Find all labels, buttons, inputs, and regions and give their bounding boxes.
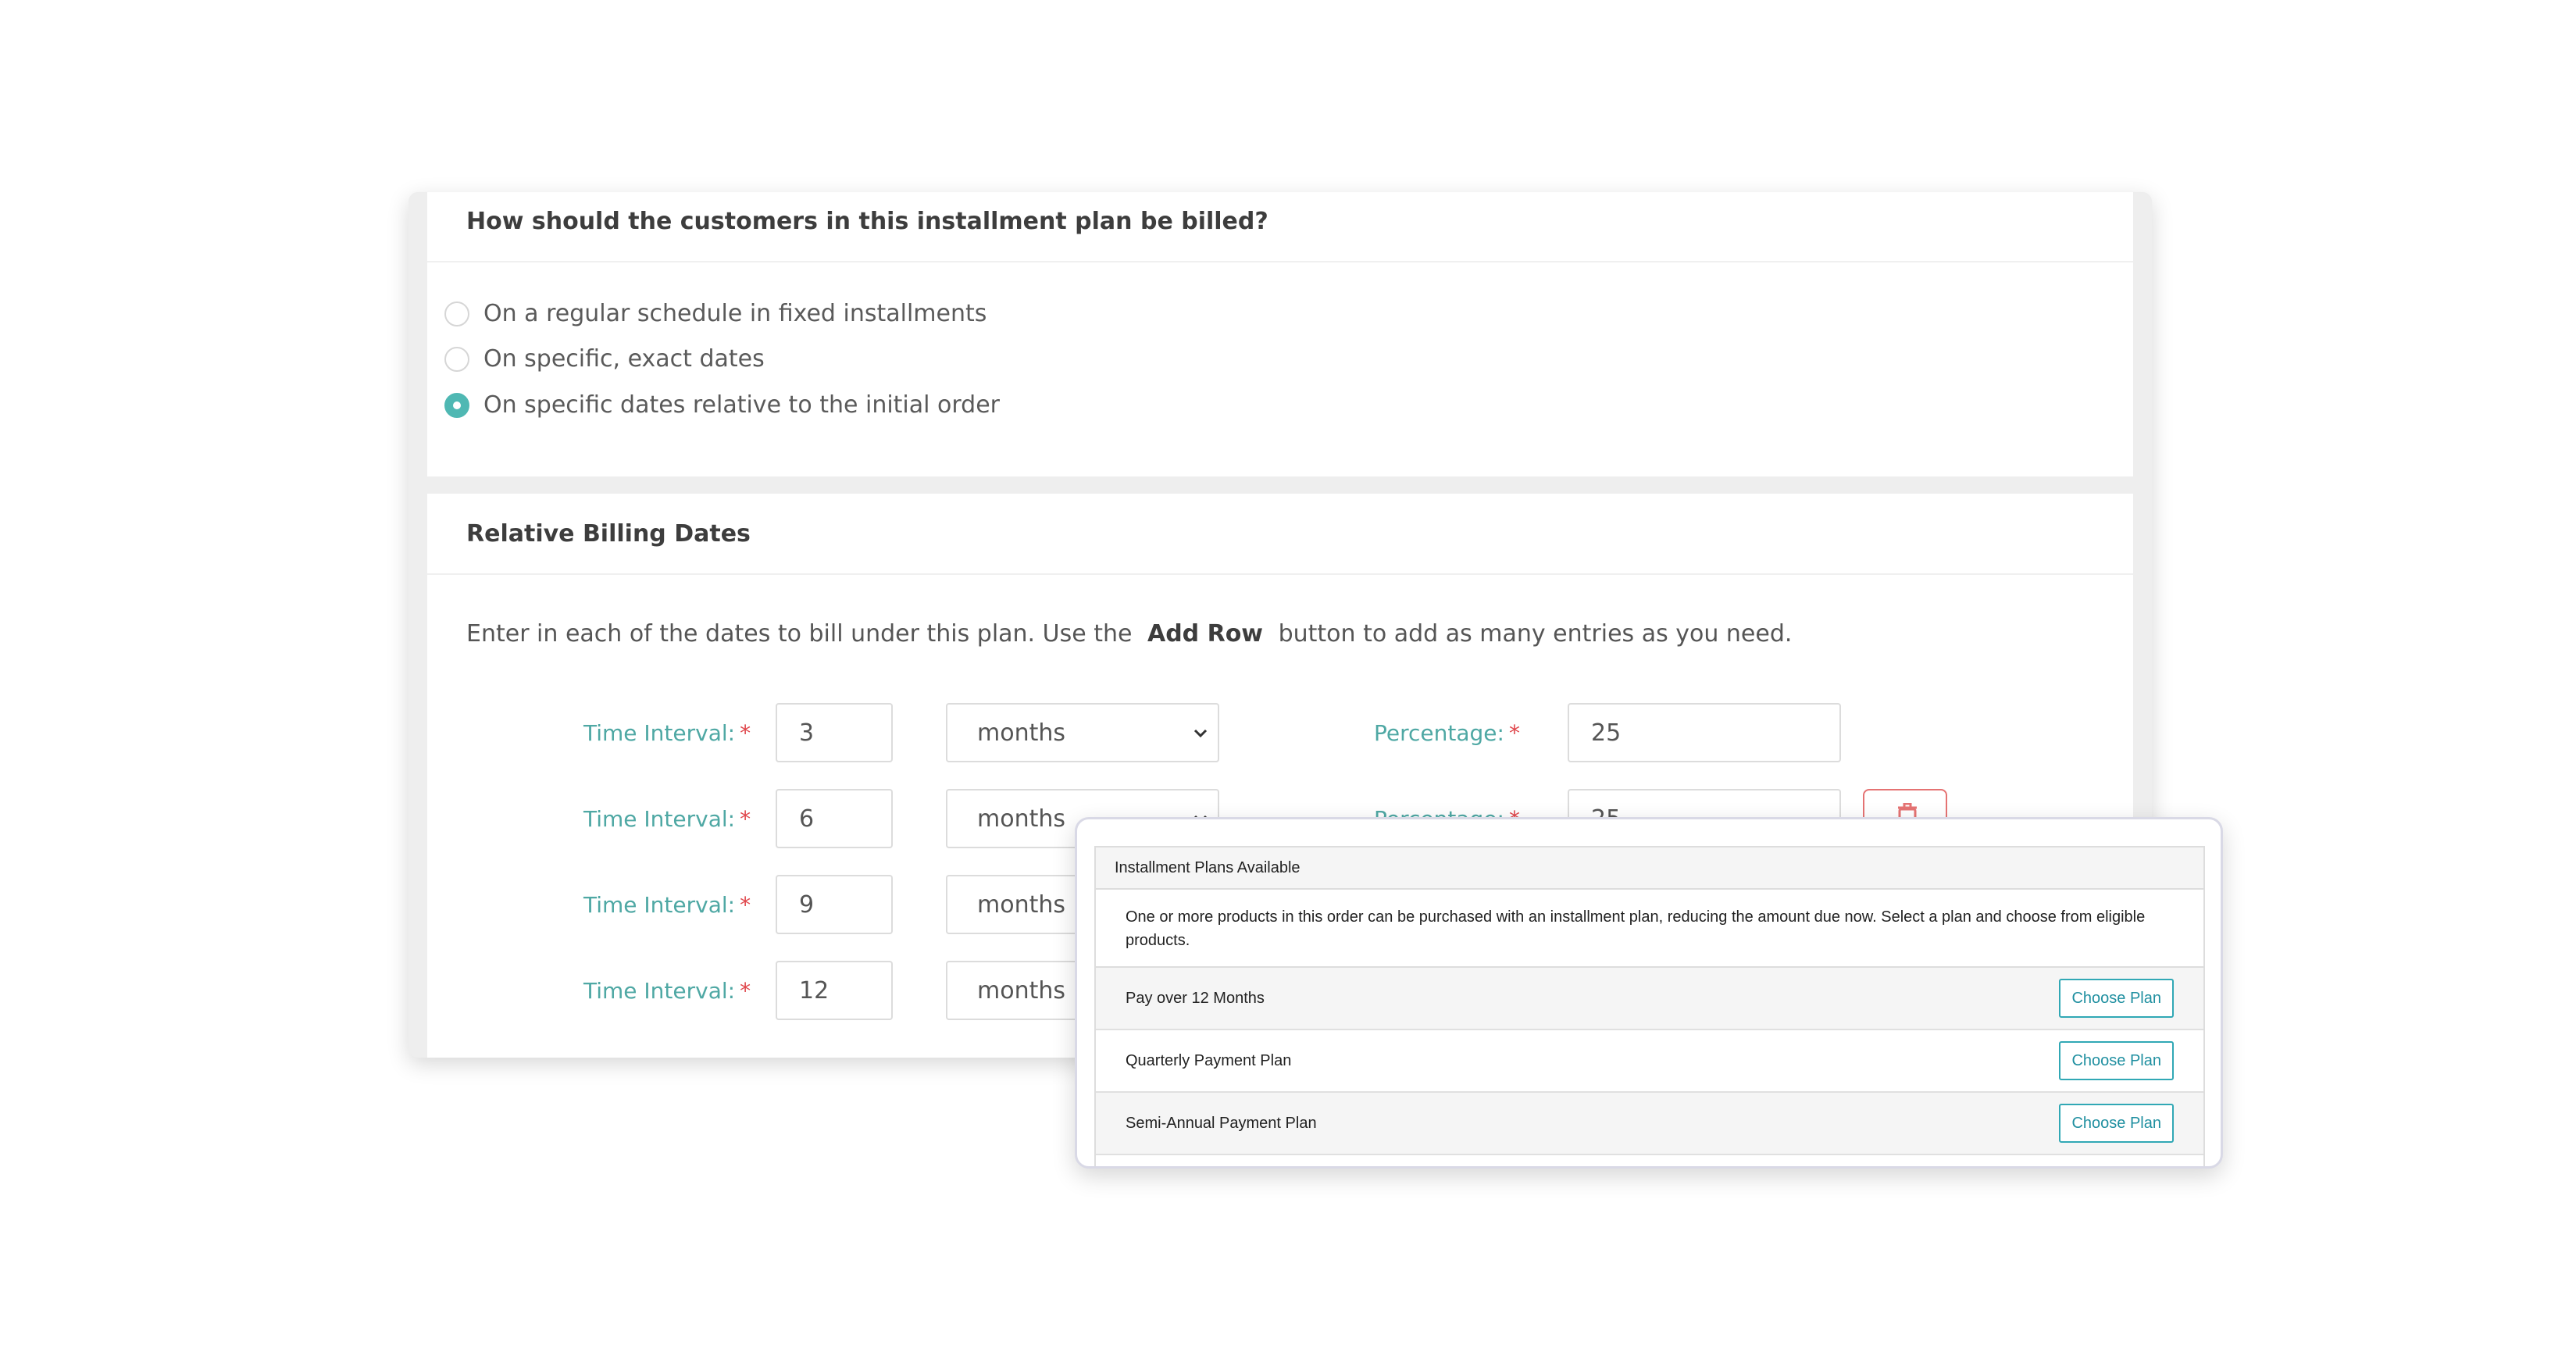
plan-row: Semi-Annual Payment Plan Choose Plan bbox=[1096, 1093, 2203, 1155]
option-regular-schedule[interactable]: On a regular schedule in fixed installme… bbox=[444, 300, 987, 327]
percentage-input[interactable]: 25 bbox=[1568, 703, 1841, 762]
radio-button-selected[interactable] bbox=[444, 392, 469, 418]
unit-select[interactable]: months bbox=[946, 703, 1219, 762]
relative-billing-title: Relative Billing Dates bbox=[427, 494, 2133, 575]
panel-heading: Installment Plans Available bbox=[1096, 848, 2203, 890]
instruction-part: button to add as many entries as you nee… bbox=[1278, 620, 1793, 648]
radio-button[interactable] bbox=[444, 301, 469, 327]
add-row-mention: Add Row bbox=[1147, 620, 1264, 648]
unit-value: months bbox=[977, 890, 1065, 919]
panel-description: One or more products in this order can b… bbox=[1096, 890, 2203, 968]
time-interval-label: Time Interval: * bbox=[583, 892, 751, 918]
plan-name: Pay over 12 Months bbox=[1126, 989, 1265, 1007]
instruction-part: Enter in each of the dates to bill under… bbox=[466, 620, 1133, 648]
radio-button[interactable] bbox=[444, 346, 469, 372]
plan-row: Quarterly Payment Plan Choose Plan bbox=[1096, 1030, 2203, 1093]
time-interval-label: Time Interval: * bbox=[583, 978, 751, 1004]
plan-row: Pay over 12 Months Choose Plan bbox=[1096, 968, 2203, 1030]
plan-name: Quarterly Payment Plan bbox=[1126, 1051, 1292, 1069]
option-label: On a regular schedule in fixed installme… bbox=[483, 300, 987, 327]
interval-input[interactable]: 6 bbox=[776, 789, 893, 848]
choose-plan-button[interactable]: Choose Plan bbox=[2059, 979, 2174, 1018]
plan-name: Semi-Annual Payment Plan bbox=[1126, 1114, 1317, 1132]
time-interval-label: Time Interval: * bbox=[583, 720, 751, 746]
interval-row: Time Interval: * 3 months Percentage: * 25 bbox=[427, 703, 2133, 764]
interval-input[interactable]: 3 bbox=[776, 703, 893, 762]
instruction-text: Enter in each of the dates to bill under… bbox=[466, 620, 1792, 648]
installment-plans-panel: Installment Plans Available One or more … bbox=[1094, 846, 2205, 1166]
billing-question: How should the customers in this install… bbox=[427, 192, 2133, 262]
option-exact-dates[interactable]: On specific, exact dates bbox=[444, 345, 765, 373]
unit-value: months bbox=[977, 805, 1065, 833]
billing-method-card: How should the customers in this install… bbox=[427, 192, 2133, 476]
unit-value: months bbox=[977, 976, 1065, 1005]
choose-plan-button[interactable]: Choose Plan bbox=[2059, 1041, 2174, 1080]
percentage-label: Percentage:* bbox=[1374, 720, 1520, 746]
time-interval-label: Time Interval: * bbox=[583, 806, 751, 832]
interval-input[interactable]: 12 bbox=[776, 961, 893, 1020]
option-label: On specific dates relative to the initia… bbox=[483, 391, 1001, 419]
unit-value: months bbox=[977, 719, 1065, 747]
installment-plans-popup: Installment Plans Available One or more … bbox=[1075, 817, 2223, 1169]
chevron-down-icon bbox=[1193, 729, 1208, 738]
option-relative-dates[interactable]: On specific dates relative to the initia… bbox=[444, 391, 1000, 419]
choose-plan-button[interactable]: Choose Plan bbox=[2059, 1104, 2174, 1143]
interval-input[interactable]: 9 bbox=[776, 875, 893, 934]
option-label: On specific, exact dates bbox=[483, 345, 765, 373]
